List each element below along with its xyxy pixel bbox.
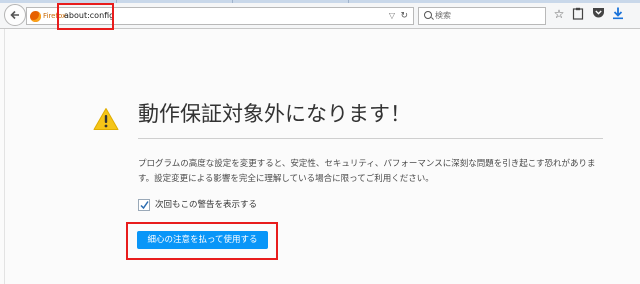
- divider: [138, 138, 603, 139]
- reload-icon[interactable]: ↻: [400, 8, 408, 24]
- back-arrow-icon: [10, 10, 19, 20]
- search-placeholder[interactable]: 検索: [435, 8, 451, 24]
- download-icon[interactable]: [611, 7, 625, 21]
- checkbox-label[interactable]: 次回もこの警告を表示する: [155, 198, 257, 212]
- search-icon: [424, 11, 432, 19]
- checkmark-icon: [140, 201, 149, 210]
- button-highlight-annotation: [126, 222, 278, 260]
- page-title: 動作保証対象外になります！: [138, 102, 411, 126]
- show-warning-checkbox[interactable]: [138, 199, 150, 211]
- chevron-down-icon[interactable]: ▽: [389, 8, 395, 24]
- warning-icon: [93, 108, 119, 130]
- firefox-icon: [30, 11, 41, 22]
- search-bar[interactable]: 検索: [418, 7, 546, 25]
- page-content: 動作保証対象外になります！ プログラムの高度な設定を変更すると、安定性、セキュリ…: [0, 29, 640, 284]
- star-icon[interactable]: ☆: [552, 7, 566, 21]
- divider: [4, 29, 5, 284]
- warning-description: プログラムの高度な設定を変更すると、安定性、セキュリティ、パフォーマンスに深刻な…: [138, 159, 596, 184]
- url-highlight-annotation: [57, 3, 114, 30]
- back-button[interactable]: [4, 4, 26, 26]
- pocket-icon[interactable]: [591, 7, 605, 21]
- clipboard-icon[interactable]: [571, 7, 585, 21]
